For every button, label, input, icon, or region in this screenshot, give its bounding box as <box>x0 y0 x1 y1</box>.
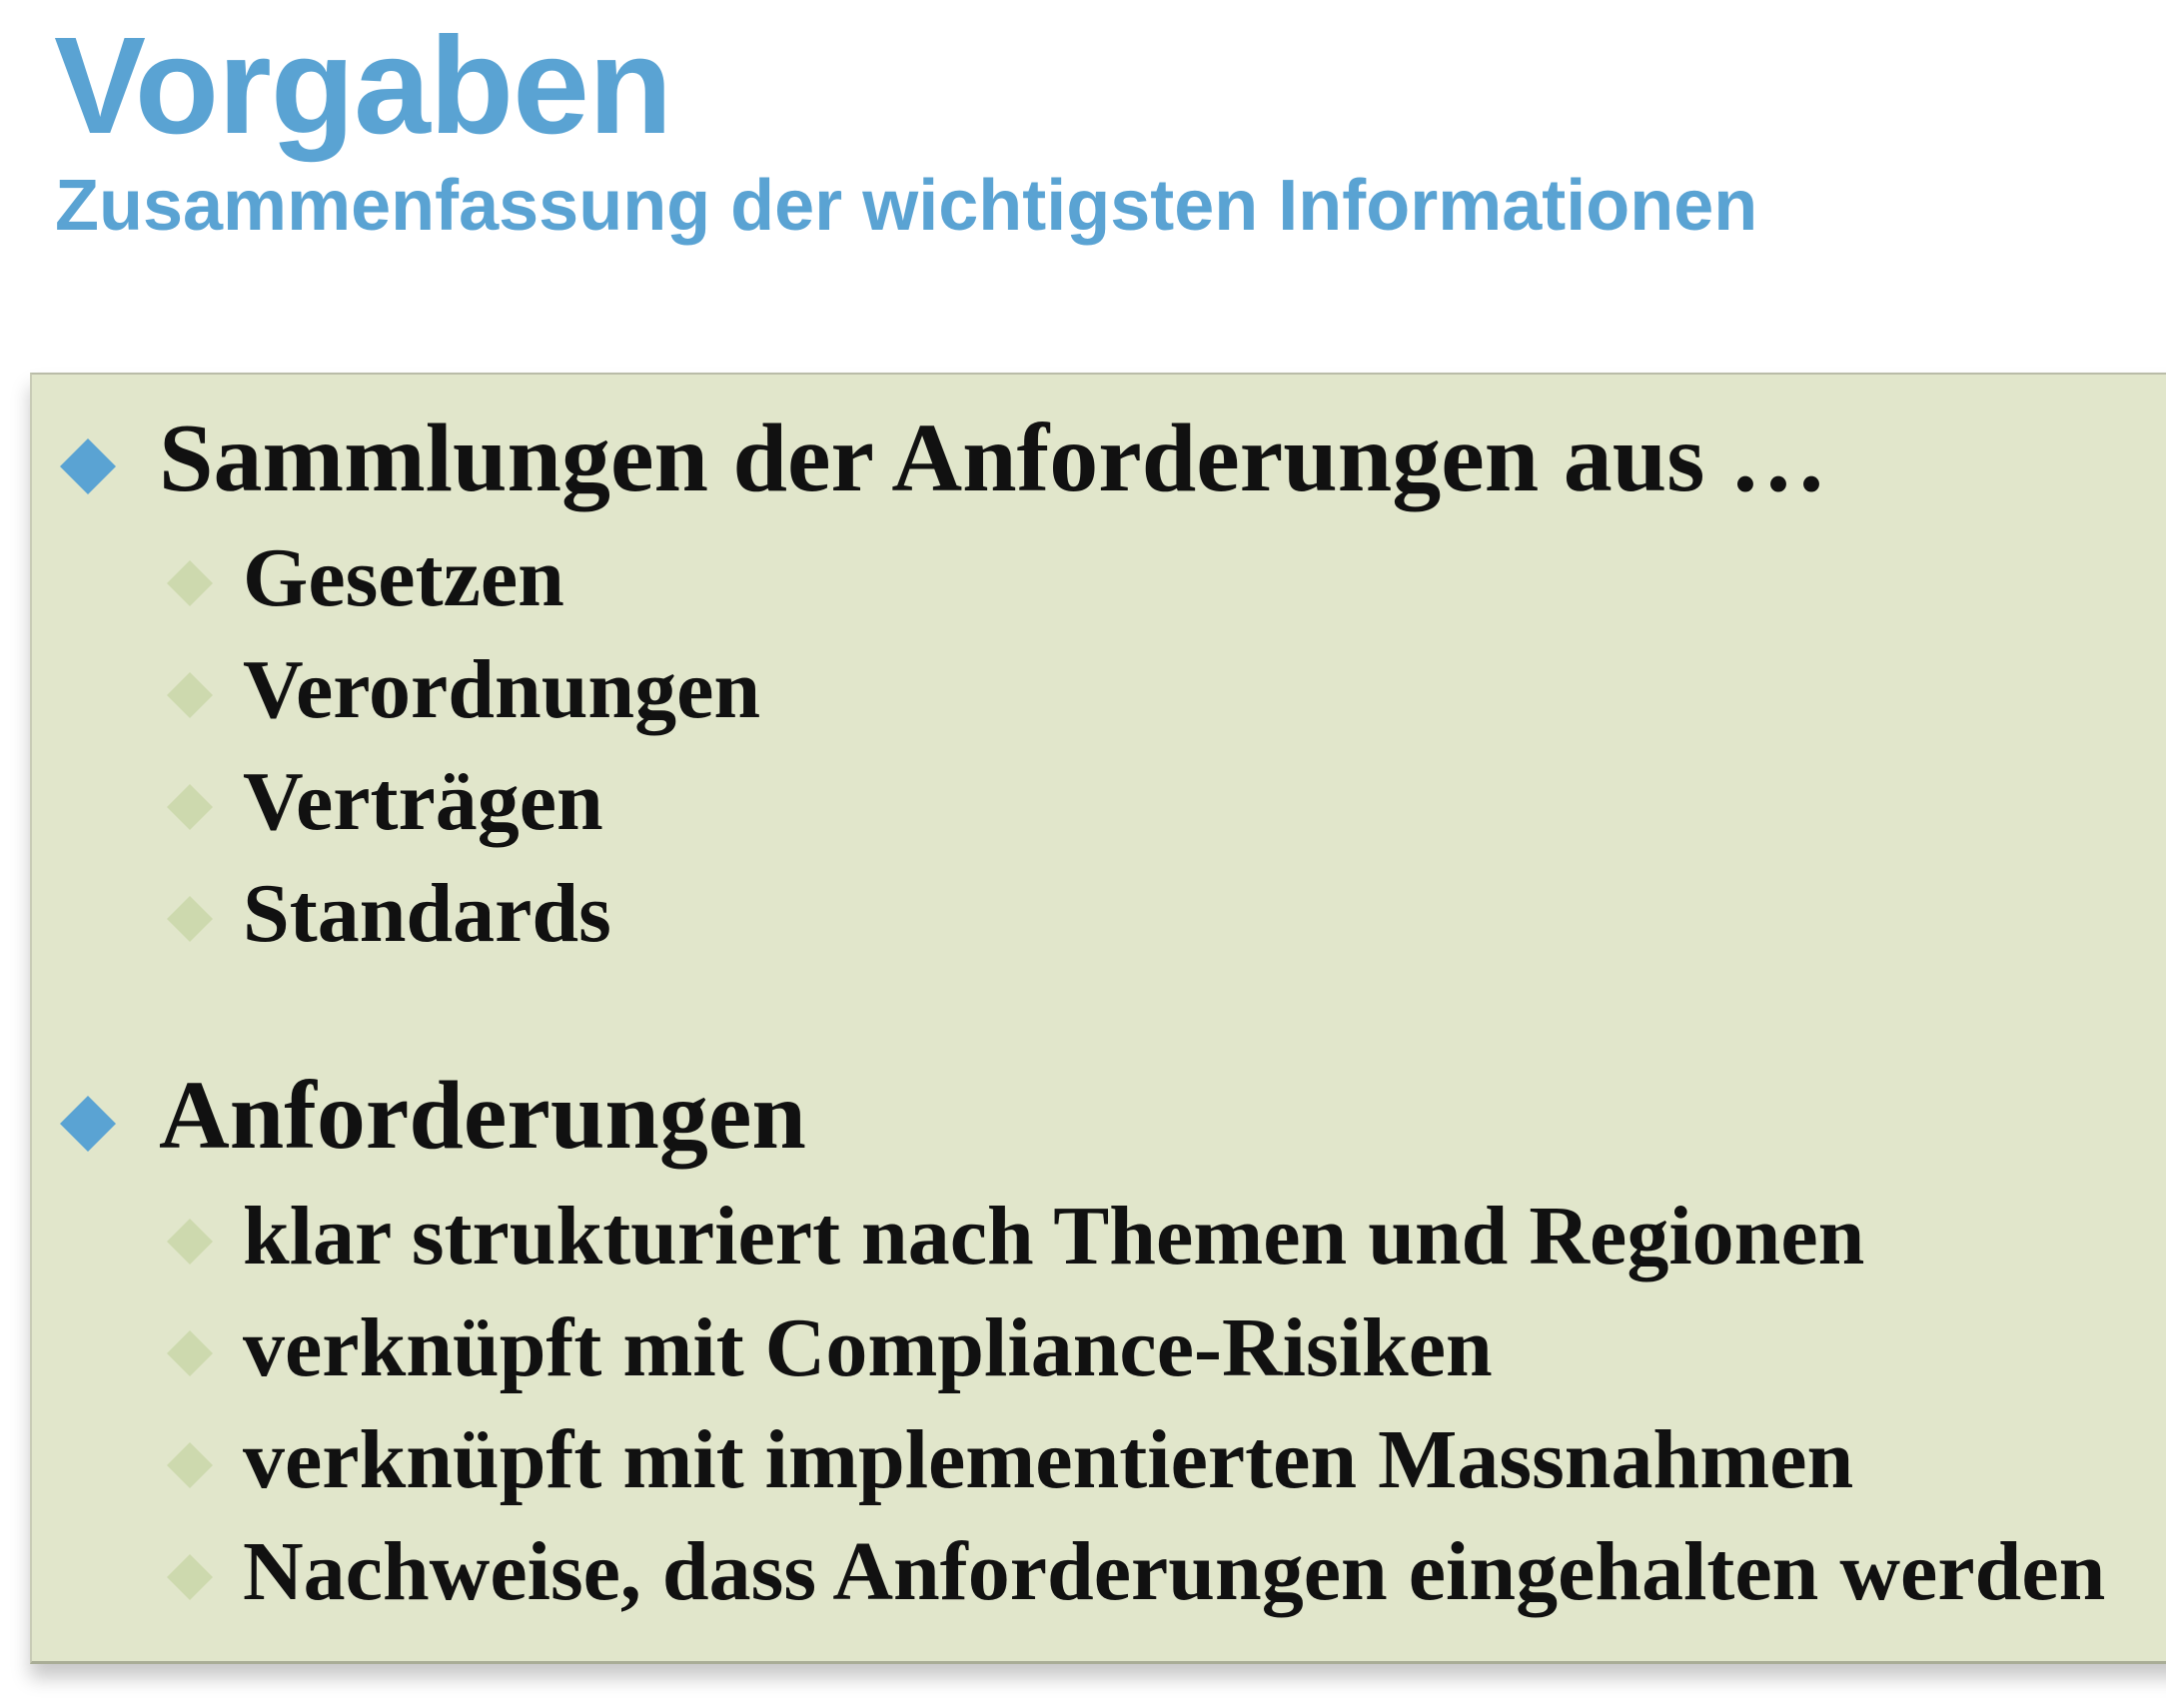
section-heading: Anforderungen <box>159 1062 806 1170</box>
list-item: Verträgen <box>243 755 603 848</box>
list-item: Standards <box>243 867 611 960</box>
diamond-bullet-icon <box>167 672 213 718</box>
list-item: Gesetzen <box>243 531 564 624</box>
list-item: Verordnungen <box>243 643 761 736</box>
diamond-bullet-icon <box>60 1096 116 1152</box>
list-item: Nachweise, dass Anforderungen eingehalte… <box>243 1525 2106 1618</box>
diamond-bullet-icon <box>167 1330 213 1376</box>
diamond-bullet-icon <box>167 1219 213 1265</box>
list-item: klar strukturiert nach Themen und Region… <box>243 1190 1865 1282</box>
diamond-bullet-icon <box>167 560 213 606</box>
list-item: verknüpft mit Compliance-Risiken <box>243 1301 1493 1394</box>
diamond-bullet-icon <box>167 784 213 830</box>
diamond-bullet-icon <box>167 896 213 942</box>
section-heading: Sammlungen der Anforderungen aus … <box>159 405 1827 512</box>
list-item: verknüpft mit implementierten Massnahmen <box>243 1413 1854 1506</box>
diamond-bullet-icon <box>167 1442 213 1488</box>
slide-subtitle: Zusammenfassung der wichtigsten Informat… <box>55 166 1758 246</box>
diamond-bullet-icon <box>60 438 116 494</box>
slide-title: Vorgaben <box>54 9 672 163</box>
diamond-bullet-icon <box>167 1554 213 1600</box>
